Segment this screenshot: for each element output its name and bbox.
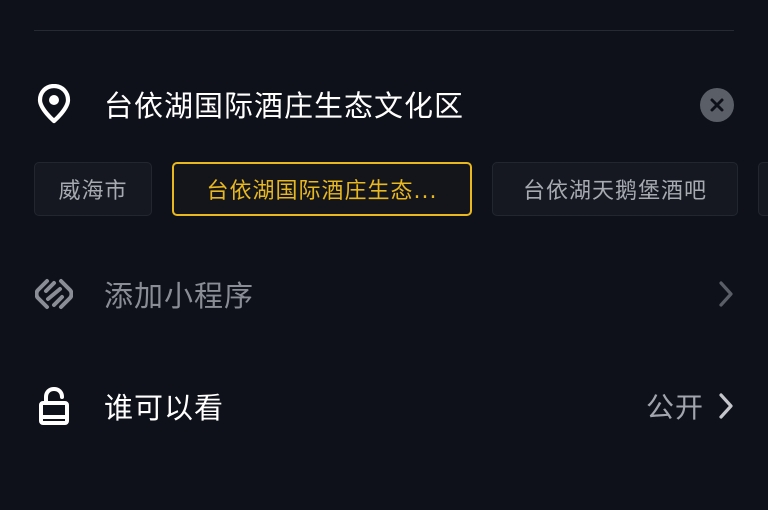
visibility-value: 公开 [645,391,704,424]
location-chip[interactable]: 台依湖天鹅堡酒吧 [492,162,738,216]
clear-location-button[interactable] [700,88,734,122]
chevron-right-icon [716,279,736,309]
location-chip-label: 威海市 [58,179,128,204]
visibility-trailing: 公开 [646,378,736,434]
unlock-icon [34,386,74,426]
top-divider [34,30,734,31]
location-chip-label: 台依湖国际酒庄生态... [206,179,438,204]
chevron-right-icon [716,391,736,421]
location-chip-partial[interactable] [758,162,768,216]
mini-program-trailing [716,266,736,322]
location-chip-label: 台依湖天鹅堡酒吧 [522,179,707,204]
who-can-see-label: 谁可以看 [104,391,225,425]
mini-program-icon [34,274,74,314]
location-chip[interactable]: 威海市 [34,162,152,216]
who-can-see-row[interactable]: 谁可以看 公开 [34,378,736,434]
location-row[interactable]: 台依湖国际酒庄生态文化区 [34,78,736,130]
location-suggestions: 威海市 台依湖国际酒庄生态... 台依湖天鹅堡酒吧 [34,160,768,218]
clear-icon [710,98,724,112]
location-title: 台依湖国际酒庄生态文化区 [104,89,465,123]
location-pin-icon [34,84,74,124]
add-mini-program-label: 添加小程序 [104,279,255,313]
location-chip-selected[interactable]: 台依湖国际酒庄生态... [172,162,472,216]
add-mini-program-row[interactable]: 添加小程序 [34,266,736,322]
post-settings-panel: 台依湖国际酒庄生态文化区 威海市 台依湖国际酒庄生态... 台依湖天鹅堡酒吧 添… [0,0,768,510]
